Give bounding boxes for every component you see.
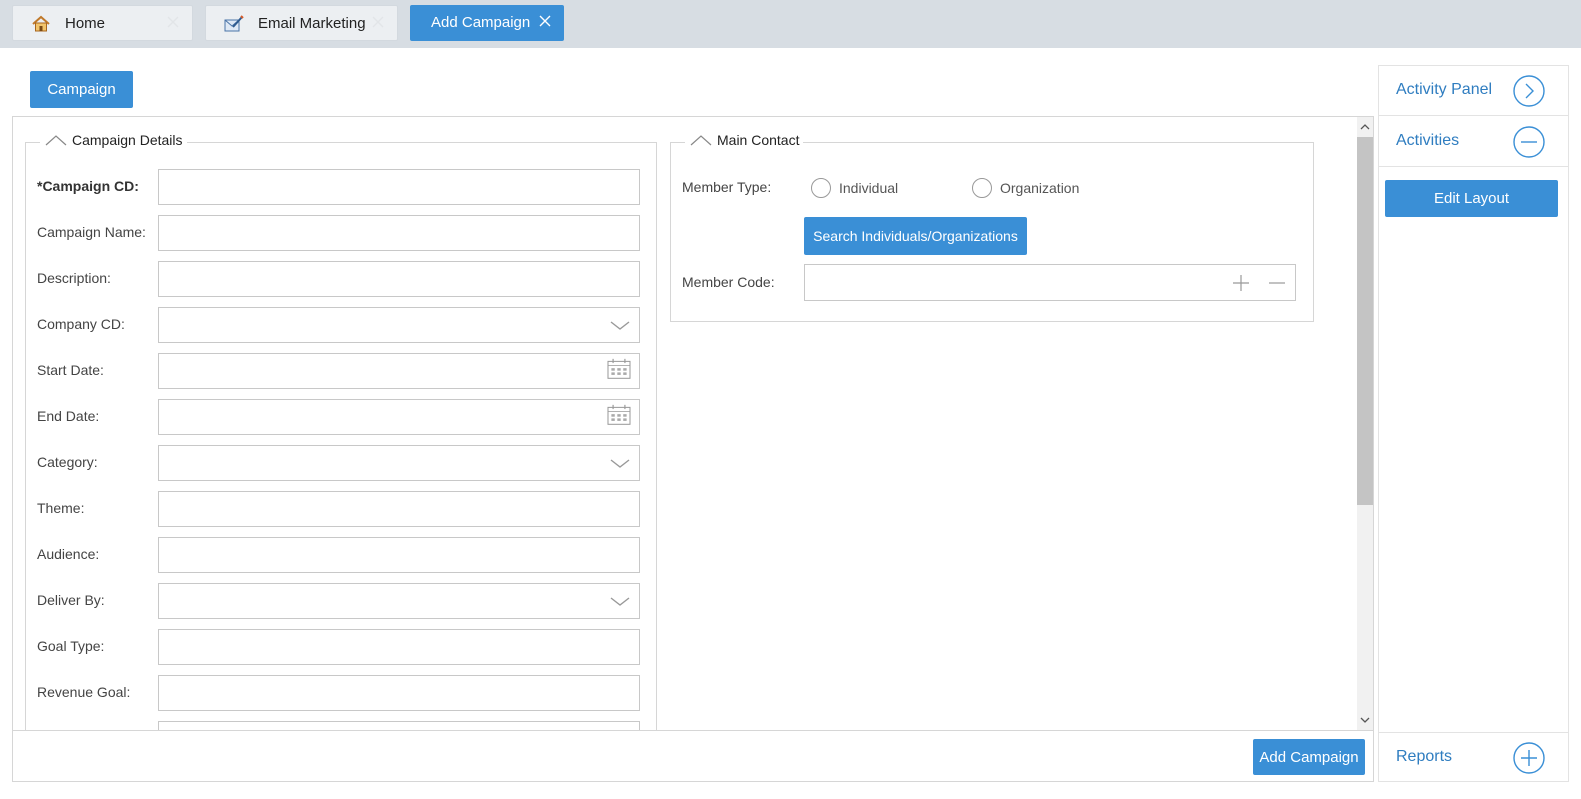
form-row-deliver-by: Deliver By:	[26, 583, 656, 619]
description-label: Description:	[37, 270, 111, 286]
member-type-label: Member Type:	[682, 179, 772, 195]
member-code-field[interactable]	[804, 264, 1296, 301]
form-row-end-date: End Date:	[26, 399, 656, 435]
category-label: Category:	[37, 454, 98, 470]
form-row-partial	[26, 721, 656, 730]
reports-header[interactable]: Reports	[1379, 732, 1568, 782]
revenue-goal-input[interactable]	[158, 675, 640, 711]
form-row-category: Category:	[26, 445, 656, 481]
activity-panel-header[interactable]: Activity Panel	[1379, 66, 1568, 116]
theme-label: Theme:	[37, 500, 85, 516]
scroll-down-icon[interactable]	[1360, 715, 1370, 725]
close-icon[interactable]	[371, 15, 385, 29]
form-row-campaign-name: Campaign Name:	[26, 215, 656, 251]
tab-bar: Home Email Marketing Add Campaign	[0, 0, 1581, 48]
radio-individual[interactable]	[811, 178, 831, 198]
chevron-right-circle-icon[interactable]	[1512, 74, 1546, 108]
minus-icon[interactable]	[1267, 274, 1287, 292]
campaign-details-title: Campaign Details	[72, 132, 183, 148]
goal-type-input[interactable]	[158, 629, 640, 665]
chevron-up-icon[interactable]	[689, 133, 713, 147]
tab-home[interactable]: Home	[12, 5, 193, 41]
main-contact-title: Main Contact	[717, 132, 800, 148]
company-cd-label: Company CD:	[37, 316, 125, 332]
form-row-description: Description:	[26, 261, 656, 297]
main-contact-panel: Main Contact Member Type: Individual Org…	[670, 132, 1314, 322]
form-footer: Add Campaign	[13, 730, 1373, 781]
campaign-details-legend[interactable]: Campaign Details	[40, 132, 187, 148]
main-content: Campaign Details *Campaign CD: Campaign …	[12, 116, 1374, 782]
tab-email-marketing-label: Email Marketing	[258, 15, 366, 32]
campaign-details-panel: Campaign Details *Campaign CD: Campaign …	[25, 132, 657, 730]
description-input[interactable]	[158, 261, 640, 297]
form-row-audience: Audience:	[26, 537, 656, 573]
audience-label: Audience:	[37, 546, 100, 562]
deliver-by-select[interactable]	[158, 583, 640, 619]
theme-input[interactable]	[158, 491, 640, 527]
reports-label: Reports	[1396, 748, 1453, 765]
tab-add-campaign[interactable]: Add Campaign	[410, 5, 564, 41]
form-row-start-date: Start Date:	[26, 353, 656, 389]
expand-circle-icon[interactable]	[1512, 741, 1546, 775]
revenue-goal-label: Revenue Goal:	[37, 684, 131, 700]
chevron-up-icon[interactable]	[44, 133, 68, 147]
form-scroll-area: Campaign Details *Campaign CD: Campaign …	[13, 117, 1356, 730]
campaign-name-input[interactable]	[158, 215, 640, 251]
category-select[interactable]	[158, 445, 640, 481]
form-row-goal-type: Goal Type:	[26, 629, 656, 665]
scroll-up-icon[interactable]	[1360, 122, 1370, 132]
next-field-input[interactable]	[158, 721, 640, 730]
company-cd-select[interactable]	[158, 307, 640, 343]
tab-add-campaign-label: Add Campaign	[431, 14, 531, 31]
member-code-label: Member Code:	[682, 274, 775, 290]
campaign-section-button[interactable]: Campaign	[30, 71, 133, 108]
form-row-campaign-cd: *Campaign CD:	[26, 169, 656, 205]
search-individuals-organizations-button[interactable]: Search Individuals/Organizations	[804, 217, 1027, 255]
activity-panel-label: Activity Panel	[1396, 81, 1493, 98]
chevron-down-icon[interactable]	[605, 590, 635, 612]
campaign-cd-input[interactable]	[158, 169, 640, 205]
start-date-input[interactable]	[158, 353, 640, 389]
tab-email-marketing[interactable]: Email Marketing	[205, 5, 398, 41]
form-row-revenue-goal: Revenue Goal:	[26, 675, 656, 711]
activities-header[interactable]: Activities	[1379, 117, 1568, 167]
end-date-input[interactable]	[158, 399, 640, 435]
individual-label: Individual	[839, 180, 899, 196]
plus-icon[interactable]	[1231, 274, 1251, 292]
email-marketing-icon	[224, 15, 244, 33]
add-campaign-button[interactable]: Add Campaign	[1253, 739, 1365, 775]
tab-home-label: Home	[65, 15, 106, 32]
deliver-by-label: Deliver By:	[37, 592, 105, 608]
activities-label: Activities	[1396, 132, 1460, 149]
main-contact-legend[interactable]: Main Contact	[685, 132, 804, 148]
vertical-scrollbar[interactable]	[1357, 117, 1373, 730]
scrollbar-thumb[interactable]	[1357, 137, 1373, 505]
home-icon	[31, 15, 51, 33]
audience-input[interactable]	[158, 537, 640, 573]
radio-organization[interactable]	[972, 178, 992, 198]
calendar-icon[interactable]	[604, 358, 634, 380]
goal-type-label: Goal Type:	[37, 638, 105, 654]
chevron-down-icon[interactable]	[605, 452, 635, 474]
calendar-icon[interactable]	[604, 404, 634, 426]
chevron-down-icon[interactable]	[605, 314, 635, 336]
form-row-theme: Theme:	[26, 491, 656, 527]
activity-side-panel: Activity Panel Activities Edit Layout Re…	[1378, 65, 1569, 782]
organization-label: Organization	[1000, 180, 1080, 196]
end-date-label: End Date:	[37, 408, 100, 424]
form-row-company-cd: Company CD:	[26, 307, 656, 343]
start-date-label: Start Date:	[37, 362, 104, 378]
campaign-cd-label: *Campaign CD:	[37, 178, 139, 194]
close-icon[interactable]	[538, 14, 552, 28]
campaign-name-label: Campaign Name:	[37, 224, 146, 240]
edit-layout-button[interactable]: Edit Layout	[1385, 180, 1558, 217]
collapse-circle-icon[interactable]	[1512, 125, 1546, 159]
close-icon[interactable]	[166, 15, 180, 29]
